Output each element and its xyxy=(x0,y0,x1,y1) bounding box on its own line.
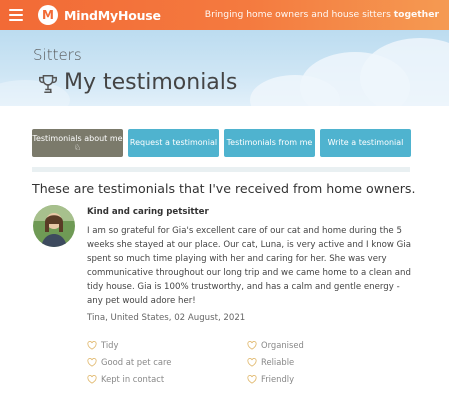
quality-tag: Friendly xyxy=(247,374,294,384)
quality-label: Reliable xyxy=(261,357,295,367)
hamburger-icon[interactable] xyxy=(9,9,23,21)
brand-name[interactable]: MindMyHouse xyxy=(64,8,161,23)
heart-outline-icon xyxy=(87,340,97,350)
section-heading: These are testimonials that I've receive… xyxy=(32,181,416,196)
tab-request-testimonial[interactable]: Request a testimonial xyxy=(128,129,219,157)
quality-label: Friendly xyxy=(261,374,295,384)
tagline-prefix: Bringing home owners and house sitters xyxy=(204,9,391,20)
top-bar: M MindMyHouse Bringing home owners and h… xyxy=(0,0,449,30)
heart-outline-icon xyxy=(87,357,97,367)
heart-outline-icon xyxy=(87,374,97,384)
testimonial-author: Tina, United States, 02 August, 2021 xyxy=(87,313,246,323)
page-hero: Sitters My testimonials xyxy=(0,30,449,106)
tab-write-testimonial[interactable]: Write a testimonial xyxy=(320,129,411,157)
quality-label: Organised xyxy=(261,340,304,350)
quality-label: Good at pet care xyxy=(101,357,172,367)
heart-outline-icon xyxy=(247,374,257,384)
testimonial-body: I am so grateful for Gia's excellent car… xyxy=(87,226,411,306)
section-label: Sitters xyxy=(33,46,82,64)
testimonial-tabs: Testimonials about me ♘ Request a testim… xyxy=(32,129,411,157)
tab-testimonials-from-me[interactable]: Testimonials from me xyxy=(224,129,315,157)
tab-testimonials-about-me[interactable]: Testimonials about me ♘ xyxy=(32,129,123,157)
quality-label: Tidy xyxy=(101,340,119,350)
quality-tag: Kept in contact xyxy=(87,374,164,384)
heart-outline-icon xyxy=(247,357,257,367)
quality-tag: Tidy xyxy=(87,340,118,350)
tagline: Bringing home owners and house sitters t… xyxy=(205,9,439,20)
quality-label: Kept in contact xyxy=(101,374,165,384)
page-title: My testimonials xyxy=(64,70,238,95)
tagline-bold: together xyxy=(393,9,439,20)
quality-tag: Reliable xyxy=(247,357,294,367)
quality-tag: Organised xyxy=(247,340,304,350)
trophy-icon xyxy=(39,75,57,93)
divider xyxy=(32,167,410,172)
quality-tag: Good at pet care xyxy=(87,357,171,367)
testimonial-title: Kind and caring petsitter xyxy=(87,207,209,217)
heart-outline-icon xyxy=(247,340,257,350)
logo-icon[interactable]: M xyxy=(38,5,58,25)
avatar[interactable] xyxy=(33,205,75,247)
